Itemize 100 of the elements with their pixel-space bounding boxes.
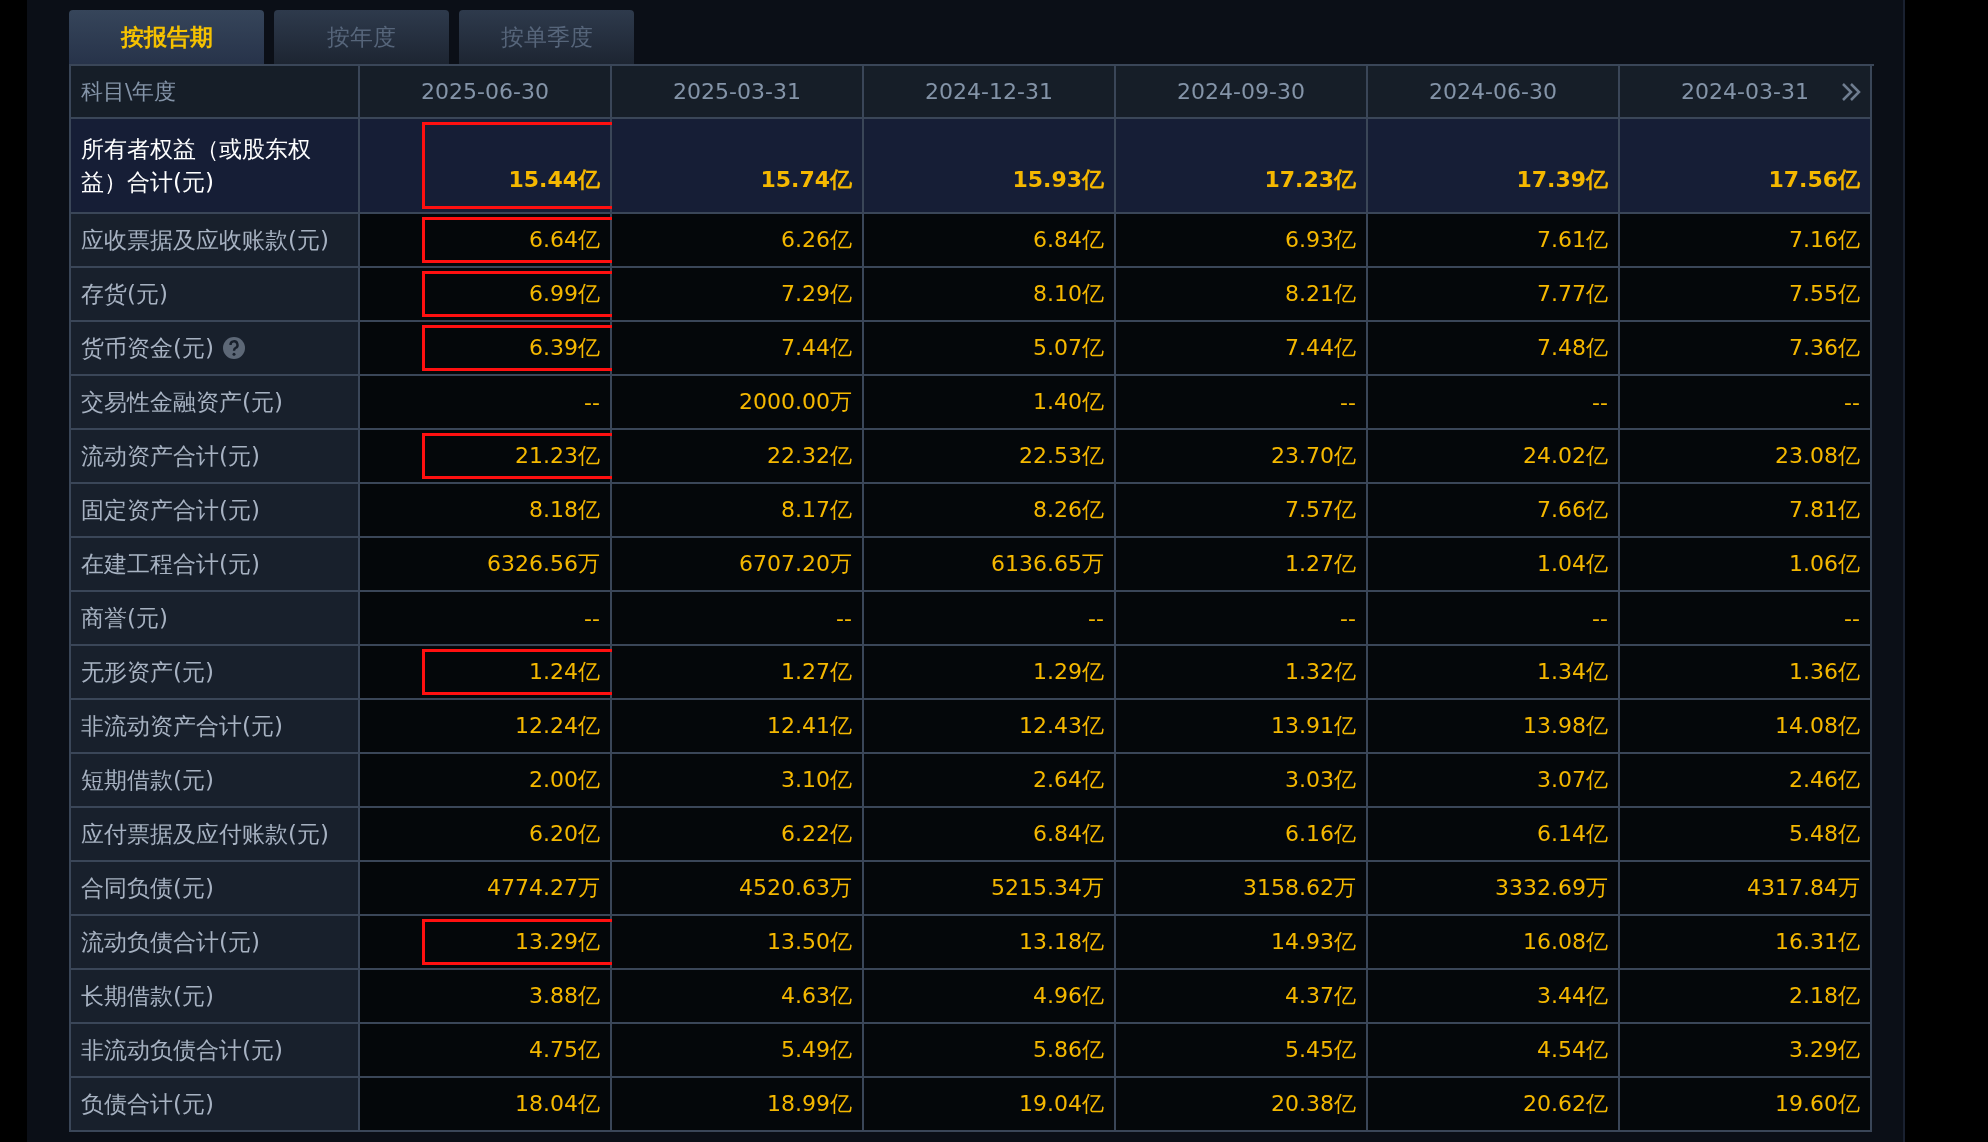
value-cell: 1.06亿 (1620, 538, 1872, 592)
value-cell: 6.22亿 (612, 808, 864, 862)
value-cell: -- (360, 376, 612, 430)
row-label-text: 合同负债(元) (81, 873, 214, 903)
value-cell: 4520.63万 (612, 862, 864, 916)
value-cell: 3.03亿 (1116, 754, 1368, 808)
value-cell: 7.36亿 (1620, 322, 1872, 376)
value-cell: 1.27亿 (612, 646, 864, 700)
value-cell: 7.66亿 (1368, 484, 1620, 538)
row-label-text: 应收票据及应收账款(元) (81, 225, 329, 255)
row-label-text: 存货(元) (81, 279, 168, 309)
row-label-text: 货币资金(元) (81, 333, 214, 363)
value-cell: 6.14亿 (1368, 808, 1620, 862)
value-cell: 13.18亿 (864, 916, 1116, 970)
value-cell: 1.32亿 (1116, 646, 1368, 700)
value-cell: 6.93亿 (1116, 214, 1368, 268)
value-cell: 17.23亿 (1116, 119, 1368, 214)
value-cell: 8.18亿 (360, 484, 612, 538)
value-cell: 12.24亿 (360, 700, 612, 754)
value-cell: 1.29亿 (864, 646, 1116, 700)
value-cell: 4774.27万 (360, 862, 612, 916)
value-cell: 3.10亿 (612, 754, 864, 808)
value-cell: 4.75亿 (360, 1024, 612, 1078)
value-cell: 21.23亿 (360, 430, 612, 484)
value-cell: 6.99亿 (360, 268, 612, 322)
value-cell: 3.07亿 (1368, 754, 1620, 808)
value-cell: -- (360, 592, 612, 646)
period-tab[interactable]: 按单季度 (459, 10, 634, 64)
value-cell: 13.91亿 (1116, 700, 1368, 754)
row-label-text: 长期借款(元) (81, 981, 214, 1011)
value-cell: 20.62亿 (1368, 1078, 1620, 1132)
value-cell: 6136.65万 (864, 538, 1116, 592)
value-cell: 4.63亿 (612, 970, 864, 1024)
value-cell: 5.49亿 (612, 1024, 864, 1078)
value-cell: 3.29亿 (1620, 1024, 1872, 1078)
value-cell: 8.10亿 (864, 268, 1116, 322)
value-cell: 7.48亿 (1368, 322, 1620, 376)
value-cell: 7.44亿 (612, 322, 864, 376)
row-label-text: 应付票据及应付账款(元) (81, 819, 329, 849)
value-cell: 23.08亿 (1620, 430, 1872, 484)
row-label-text: 流动负债合计(元) (81, 927, 260, 957)
value-cell: 14.08亿 (1620, 700, 1872, 754)
value-cell: 7.81亿 (1620, 484, 1872, 538)
column-header: 2024-12-31 (864, 66, 1116, 119)
value-cell: 1.34亿 (1368, 646, 1620, 700)
value-cell: 6707.20万 (612, 538, 864, 592)
value-cell: 22.53亿 (864, 430, 1116, 484)
column-header: 2024-06-30 (1368, 66, 1620, 119)
help-icon[interactable] (221, 336, 246, 360)
value-cell: 7.57亿 (1116, 484, 1368, 538)
period-tab[interactable]: 按报告期 (69, 10, 264, 64)
value-cell: 8.26亿 (864, 484, 1116, 538)
row-label-text: 固定资产合计(元) (81, 495, 260, 525)
value-cell: 18.99亿 (612, 1078, 864, 1132)
value-cell: 5.45亿 (1116, 1024, 1368, 1078)
value-cell: 2.00亿 (360, 754, 612, 808)
value-cell: 15.44亿 (360, 119, 612, 214)
value-cell: 12.43亿 (864, 700, 1116, 754)
row-label-text: 负债合计(元) (81, 1089, 214, 1119)
value-cell: 4.37亿 (1116, 970, 1368, 1024)
value-cell: 3158.62万 (1116, 862, 1368, 916)
value-cell: 1.40亿 (864, 376, 1116, 430)
row-label-text: 交易性金融资产(元) (81, 387, 283, 417)
row-label-text: 所有者权益（或股东权益）合计(元) (81, 135, 312, 197)
value-cell: 6.20亿 (360, 808, 612, 862)
value-cell: 20.38亿 (1116, 1078, 1368, 1132)
value-cell: 1.24亿 (360, 646, 612, 700)
value-cell: 6.16亿 (1116, 808, 1368, 862)
column-header: 2025-06-30 (360, 66, 612, 119)
value-cell: 5.48亿 (1620, 808, 1872, 862)
value-cell: 7.77亿 (1368, 268, 1620, 322)
row-label-text: 非流动资产合计(元) (81, 711, 283, 741)
row-label-text: 商誉(元) (81, 603, 168, 633)
value-cell: 1.04亿 (1368, 538, 1620, 592)
value-cell: 13.50亿 (612, 916, 864, 970)
value-cell: 2.46亿 (1620, 754, 1872, 808)
value-cell: 2.18亿 (1620, 970, 1872, 1024)
row-label-text: 短期借款(元) (81, 765, 214, 795)
value-cell: 17.39亿 (1368, 119, 1620, 214)
value-cell: 5.07亿 (864, 322, 1116, 376)
value-cell: 12.41亿 (612, 700, 864, 754)
row-label-text: 无形资产(元) (81, 657, 214, 687)
value-cell: 7.16亿 (1620, 214, 1872, 268)
value-cell: 6.84亿 (864, 214, 1116, 268)
value-cell: 16.08亿 (1368, 916, 1620, 970)
value-cell: 6.84亿 (864, 808, 1116, 862)
value-cell: 2.64亿 (864, 754, 1116, 808)
double-chevron-icon[interactable] (1840, 82, 1862, 102)
value-cell: 22.32亿 (612, 430, 864, 484)
value-cell: 19.60亿 (1620, 1078, 1872, 1132)
value-cell: -- (612, 592, 864, 646)
period-tab[interactable]: 按年度 (274, 10, 449, 64)
value-cell: -- (1116, 592, 1368, 646)
value-cell: 6.26亿 (612, 214, 864, 268)
row-label-text: 非流动负债合计(元) (81, 1035, 283, 1065)
value-cell: 4.96亿 (864, 970, 1116, 1024)
column-header: 2024-09-30 (1116, 66, 1368, 119)
value-cell: 4317.84万 (1620, 862, 1872, 916)
column-header: 2024-03-31 (1620, 66, 1872, 119)
value-cell: 4.54亿 (1368, 1024, 1620, 1078)
